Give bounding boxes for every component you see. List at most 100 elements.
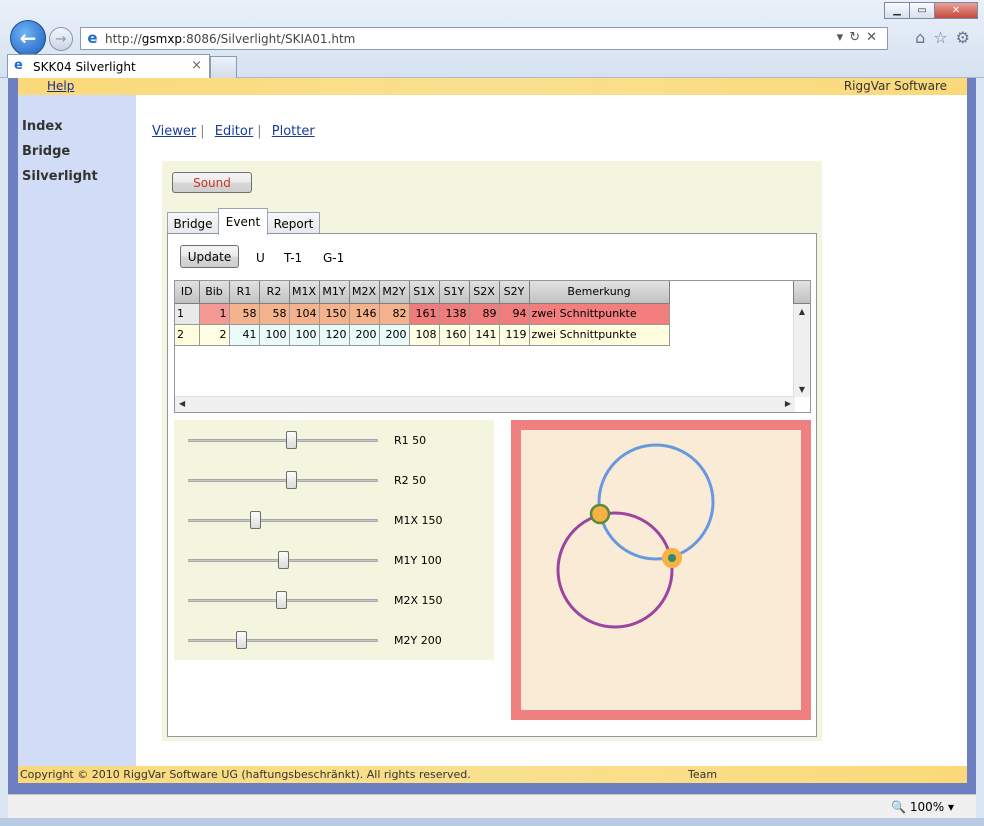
r2-label: R2 50: [394, 474, 427, 487]
column-header[interactable]: Bib: [199, 281, 230, 304]
grid-cell: 200: [349, 324, 380, 346]
home-icon[interactable]: ⌂: [915, 28, 925, 47]
grid-cell: 200: [379, 324, 410, 346]
m1x-slider[interactable]: [188, 510, 378, 530]
scroll-left-icon[interactable]: ◀: [179, 399, 185, 408]
grid-cell: 104: [289, 303, 320, 325]
plotter-link[interactable]: Plotter: [272, 124, 315, 139]
grid-cell: 100: [289, 324, 320, 346]
tab-close-icon[interactable]: ×: [191, 58, 202, 73]
horizontal-scrollbar[interactable]: ◀ ▶: [175, 396, 795, 412]
page-footer: Copyright © 2010 RiggVar Software UG (ha…: [18, 766, 967, 783]
grid-cell: 1: [175, 303, 200, 325]
tab-report[interactable]: Report: [267, 212, 320, 234]
grid-cell: 100: [259, 324, 290, 346]
window-bottom-border: [0, 818, 984, 826]
forward-arrow-icon[interactable]: →: [49, 27, 73, 51]
column-header[interactable]: M2Y: [379, 281, 410, 304]
grid-cell: 1: [199, 303, 230, 325]
browser-chrome: ▁ ▭ ✕ ← → e http://gsmxp:8086/Silverligh…: [0, 0, 984, 78]
grid-cell: 146: [349, 303, 380, 325]
close-icon[interactable]: ✕: [934, 2, 978, 19]
gear-icon[interactable]: ⚙: [956, 28, 970, 47]
m2x-label: M2X 150: [394, 594, 443, 607]
scroll-down-icon[interactable]: ▼: [794, 385, 810, 394]
update-button[interactable]: Update: [180, 245, 239, 268]
toolbar-icons: ⌂ ☆ ⚙: [915, 28, 970, 47]
slider-thumb[interactable]: [278, 551, 289, 569]
table-row[interactable]: 2 2 41 100 100 120 200 200 108 160 141 1…: [175, 324, 670, 346]
column-header[interactable]: S1X: [409, 281, 440, 304]
sidebar-item-silverlight[interactable]: Silverlight: [22, 169, 98, 184]
tab-bridge[interactable]: Bridge: [167, 212, 219, 234]
star-icon[interactable]: ☆: [933, 28, 947, 47]
column-header[interactable]: S2Y: [499, 281, 530, 304]
grid-table: ID Bib R1 R2 M1X M1Y M2X M2Y S1X S1Y S2X…: [175, 281, 670, 346]
r1-slider[interactable]: [188, 430, 378, 450]
r2-slider[interactable]: [188, 470, 378, 490]
grid-cell: 108: [409, 324, 440, 346]
m1y-slider[interactable]: [188, 550, 378, 570]
intersection-point-2-center: [668, 554, 676, 562]
event-label-t: T-1: [284, 251, 303, 265]
zoom-control[interactable]: 🔍 100% ▾: [891, 800, 954, 814]
team-link[interactable]: Team: [688, 768, 717, 781]
refresh-icon: ↻: [849, 30, 867, 45]
column-header[interactable]: S1Y: [439, 281, 470, 304]
intersection-point-1[interactable]: [589, 503, 611, 525]
circle-plot[interactable]: [511, 420, 811, 720]
column-header[interactable]: Bemerkung: [529, 281, 670, 304]
m2y-slider[interactable]: [188, 630, 378, 650]
scroll-right-icon[interactable]: ▶: [785, 399, 791, 408]
address-tools[interactable]: ▾↻✕: [837, 30, 883, 45]
grid-cell: 120: [319, 324, 350, 346]
help-link[interactable]: Help: [47, 79, 74, 93]
main-content: Viewer | Editor | Plotter Sound Bridge Eve…: [136, 95, 967, 766]
grid-cell: zwei Schnittpunkte: [529, 324, 670, 346]
grid-cell: 89: [469, 303, 500, 325]
column-header[interactable]: M2X: [349, 281, 380, 304]
url-text: http://gsmxp:8086/Silverlight/SKIA01.htm: [105, 32, 356, 46]
editor-link[interactable]: Editor: [215, 124, 253, 139]
grid-header-row: ID Bib R1 R2 M1X M1Y M2X M2Y S1X S1Y S2X…: [175, 281, 670, 304]
slider-thumb[interactable]: [249, 511, 261, 529]
sound-button[interactable]: Sound: [172, 172, 252, 193]
minimize-icon[interactable]: ▁: [884, 2, 910, 19]
copyright-text: Copyright © 2010 RiggVar Software UG (ha…: [20, 768, 471, 781]
grid-cell: 82: [379, 303, 410, 325]
slider-thumb[interactable]: [285, 431, 297, 449]
tab-event[interactable]: Event: [218, 208, 268, 235]
dropdown-icon: ▾: [836, 30, 850, 45]
m2x-slider[interactable]: [188, 590, 378, 610]
browser-tab[interactable]: e SKK04 Silverlight ×: [7, 54, 210, 78]
maximize-icon[interactable]: ▭: [909, 2, 935, 19]
window-controls: ▁ ▭ ✕: [884, 2, 978, 19]
address-bar[interactable]: e http://gsmxp:8086/Silverlight/SKIA01.h…: [80, 27, 888, 50]
ie-logo-icon: e: [87, 29, 98, 47]
grid-cell: 94: [499, 303, 530, 325]
grid-cell: zwei Schnittpunkte: [529, 303, 670, 325]
new-tab-button[interactable]: [210, 56, 237, 78]
column-header[interactable]: M1X: [289, 281, 320, 304]
tab-title: SKK04 Silverlight: [33, 60, 136, 74]
back-arrow-icon[interactable]: ←: [10, 20, 46, 56]
grid-cell: 161: [409, 303, 440, 325]
column-header[interactable]: ID: [175, 281, 200, 304]
column-header[interactable]: R2: [259, 281, 290, 304]
grid-cell: 141: [469, 324, 500, 346]
grid-header-corner: [793, 281, 810, 304]
column-header[interactable]: M1Y: [319, 281, 350, 304]
sidebar-item-index[interactable]: Index: [22, 119, 63, 134]
data-grid[interactable]: ID Bib R1 R2 M1X M1Y M2X M2Y S1X S1Y S2X…: [174, 280, 811, 413]
slider-thumb[interactable]: [285, 471, 297, 489]
sidebar-item-bridge[interactable]: Bridge: [22, 144, 70, 159]
slider-thumb[interactable]: [276, 591, 288, 609]
table-row[interactable]: 1 1 58 58 104 150 146 82 161 138 89 94 z…: [175, 303, 670, 325]
top-links: Viewer | Editor | Plotter: [152, 124, 315, 139]
slider-thumb[interactable]: [236, 631, 248, 649]
column-header[interactable]: R1: [229, 281, 260, 304]
viewer-link[interactable]: Viewer: [152, 124, 196, 139]
column-header[interactable]: S2X: [469, 281, 500, 304]
vertical-scrollbar[interactable]: ▲ ▼: [793, 304, 810, 397]
scroll-up-icon[interactable]: ▲: [794, 307, 810, 316]
